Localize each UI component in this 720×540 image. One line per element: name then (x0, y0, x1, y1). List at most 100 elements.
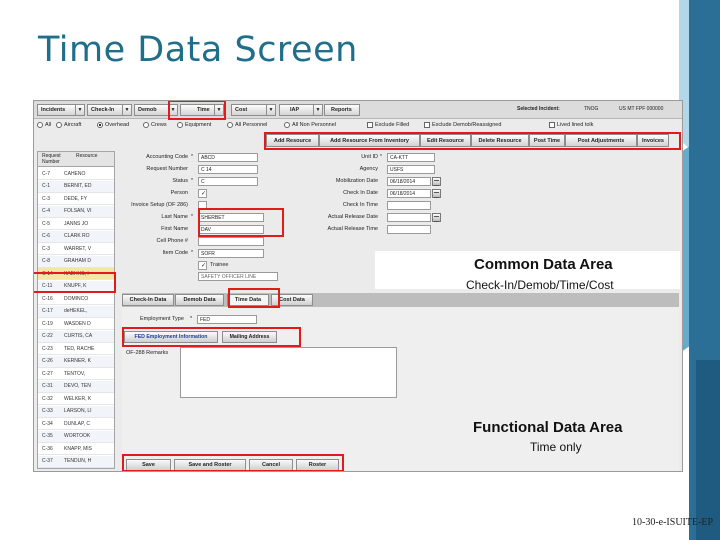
unit-id-field[interactable]: CA-KTT (387, 153, 435, 162)
table-row[interactable]: C-33 LARSON, LI (38, 405, 114, 418)
resource-name-cell: WELKER, K (64, 395, 92, 402)
table-row[interactable]: C-16 DOMINCO (38, 293, 114, 305)
request-number-cell: C-4 (42, 208, 51, 214)
last-name-field[interactable]: SHERBET (198, 213, 264, 222)
tab-demob-data[interactable]: Demob Data (175, 294, 224, 306)
trainee-checkbox[interactable]: ✓ (198, 261, 207, 270)
request-number-cell: C-34 (42, 420, 53, 427)
menu-time[interactable]: Time ▼ (180, 104, 224, 116)
post-time-button[interactable]: Post Time (529, 134, 565, 147)
invoice-setup-checkbox[interactable] (198, 201, 207, 210)
table-row[interactable]: C-3 DEDE, FY (38, 193, 114, 205)
functional-data-pane: Employment Type * FED FED Employment Inf… (122, 307, 679, 471)
resource-name-cell: CURTIS, CA (64, 333, 93, 339)
resource-name-cell: KAEHHS, I (64, 270, 89, 277)
filter-equipment[interactable]: Equipment (177, 122, 211, 128)
request-number-field[interactable]: C 14 (198, 165, 258, 174)
table-row[interactable]: C-26 KERNER, K (38, 355, 114, 368)
lived-lined-checkbox[interactable]: Lived lined tolk (549, 122, 593, 128)
calendar-icon[interactable] (432, 177, 441, 186)
first-name-field[interactable]: DAV (198, 225, 264, 234)
slide-footer: 10-30-e-ISUITE-EP (632, 517, 714, 528)
employment-type-select[interactable]: FED (197, 315, 257, 324)
actual-release-time-field[interactable] (387, 225, 431, 234)
table-row[interactable]: C-6 CLARK RO (38, 230, 114, 243)
table-row[interactable]: C-35 WORTOOK (38, 430, 114, 443)
table-row[interactable]: C-23 TED, RACHE (38, 343, 114, 355)
filter-crews[interactable]: Crews (143, 122, 167, 128)
add-resource-button[interactable]: Add Resource (266, 134, 319, 147)
tab-check-in-data[interactable]: Check-In Data (122, 294, 174, 306)
tab-time-data[interactable]: Time Data (227, 294, 269, 306)
edit-resource-button[interactable]: Edit Resource (420, 134, 471, 147)
menu-demob[interactable]: Demob ▼ (134, 104, 178, 116)
invoices-button[interactable]: Invoices (637, 134, 669, 147)
filter-all-personnel[interactable]: All Personnel (227, 122, 267, 128)
resource-action-bar: Add Resource Add Resource From Inventory… (266, 134, 679, 147)
table-row[interactable]: C-7 CAHENO (38, 168, 114, 180)
filter-aircraft[interactable]: Aircraft (56, 122, 81, 128)
table-row[interactable]: C-34 DUNLAP, C (38, 418, 114, 430)
common-data-area-caption: Common Data Area (474, 256, 613, 273)
mobilization-date-field[interactable]: 06/18/2014 (387, 177, 431, 186)
column-header-resource[interactable]: Resource (76, 153, 97, 159)
remarks-textarea[interactable] (180, 347, 397, 398)
table-row[interactable]: C-8 GRAHAM D (38, 255, 114, 268)
table-row[interactable]: C-19 WASDEN D (38, 318, 114, 330)
roster-button[interactable]: Roster (296, 459, 339, 471)
table-row[interactable]: C-3 WARRET, V (38, 243, 114, 255)
table-row[interactable]: C-31 DEVO, TEN (38, 380, 114, 393)
status-select[interactable]: C (198, 177, 258, 186)
save-and-roster-button[interactable]: Save and Roster (174, 459, 246, 471)
menu-iap[interactable]: IAP ▼ (279, 104, 323, 116)
tab-fed-employment-information[interactable]: FED Employment Information (124, 331, 218, 343)
request-number-cell: C-26 (42, 358, 53, 364)
request-number-cell: C-11 (42, 283, 53, 289)
chevron-down-icon: ▼ (75, 105, 84, 115)
agency-label: Agency (359, 166, 378, 172)
calendar-icon[interactable] (432, 189, 441, 198)
filter-overhead[interactable]: Overhead (97, 122, 129, 128)
chevron-down-icon: ▼ (266, 105, 275, 115)
table-row[interactable]: C-37 TENDUN, H (38, 455, 114, 468)
table-row[interactable]: C-22 CURTIS, CA (38, 330, 114, 343)
cell-phone-field[interactable] (198, 237, 264, 246)
add-resource-from-inventory-button[interactable]: Add Resource From Inventory (319, 134, 420, 147)
save-button[interactable]: Save (126, 459, 171, 471)
accounting-code-field[interactable]: ABCD (198, 153, 258, 162)
table-row[interactable]: C-27 TENTOV, (38, 368, 114, 380)
person-checkbox[interactable]: ✓ (198, 189, 207, 198)
check-in-date-field[interactable]: 06/18/2014 (387, 189, 431, 198)
delete-resource-button[interactable]: Delete Resource (471, 134, 529, 147)
table-row[interactable]: C-17 deHEKEL, (38, 305, 114, 318)
post-adjustments-button[interactable]: Post Adjustments (565, 134, 637, 147)
filter-all-non-personnel[interactable]: All Non Personnel (284, 122, 336, 128)
menu-reports[interactable]: Reports (324, 104, 360, 116)
exclude-filled-checkbox[interactable]: Exclude Filled (367, 122, 409, 128)
menu-incidents[interactable]: Incidents ▼ (37, 104, 85, 116)
table-row[interactable]: C-5 JANNS JO (38, 218, 114, 230)
menu-cost[interactable]: Cost ▼ (231, 104, 276, 116)
exclude-demob-checkbox[interactable]: Exclude Demob/Reassigned (424, 122, 501, 128)
table-row[interactable]: C-32 WELKER, K (38, 393, 114, 405)
functional-data-area-subcaption: Time only (530, 440, 582, 454)
table-row[interactable]: C-1 BERNIT, ED (38, 180, 114, 193)
item-code-field[interactable]: SOFR (198, 249, 264, 258)
menu-check-in[interactable]: Check-In ▼ (87, 104, 132, 116)
column-header-request-number[interactable]: Request Number (42, 153, 66, 165)
table-row[interactable]: C-14 KAEHHS, I (38, 268, 114, 280)
check-in-time-field[interactable] (387, 201, 431, 210)
request-number-cell: C-37 (42, 458, 53, 464)
resource-name-cell: TED, RACHE (64, 345, 95, 352)
table-row[interactable]: C-36 KNAPP, MIS (38, 443, 114, 455)
calendar-icon[interactable] (432, 213, 441, 222)
table-row[interactable]: C-11 KNUPF, K (38, 280, 114, 293)
cancel-button[interactable]: Cancel (249, 459, 293, 471)
table-row[interactable]: C-4 FOLSAN, VI (38, 205, 114, 218)
tab-mailing-address[interactable]: Mailing Address (222, 331, 277, 343)
tab-cost-data[interactable]: Cost Data (271, 294, 313, 306)
filter-all[interactable]: All (37, 122, 51, 128)
actual-release-date-field[interactable] (387, 213, 431, 222)
accounting-code-label: Accounting Code (146, 154, 188, 160)
agency-field[interactable]: USFS (387, 165, 435, 174)
